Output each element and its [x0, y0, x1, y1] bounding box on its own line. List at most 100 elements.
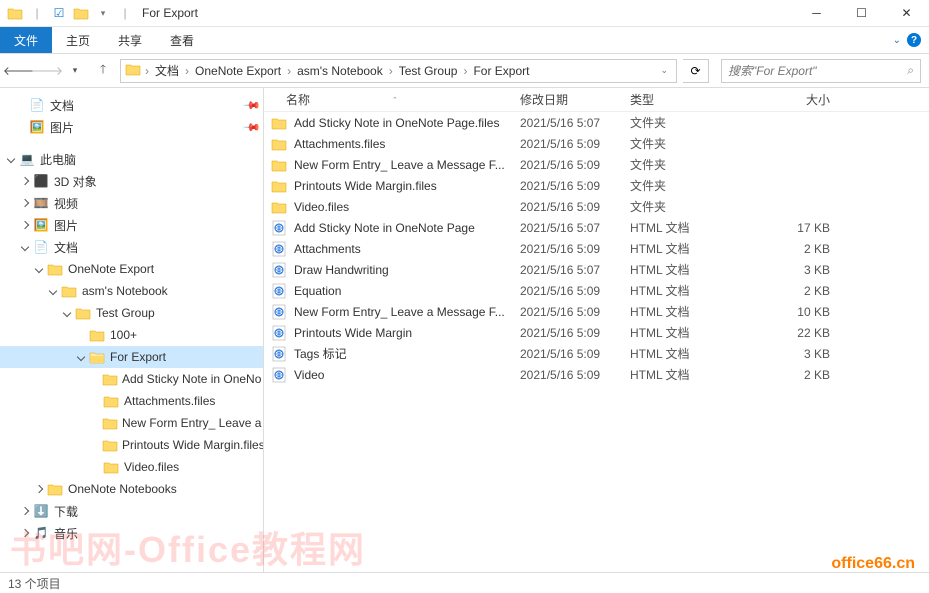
search-icon[interactable]: ⌕	[907, 63, 914, 78]
breadcrumb-separator[interactable]: ›	[461, 64, 469, 78]
collapse-icon[interactable]	[74, 352, 88, 363]
tree-item-downloads[interactable]: ⬇️ 下载	[0, 500, 263, 522]
tree-item-subfolder[interactable]: New Form Entry_ Leave a M	[0, 412, 263, 434]
tree-item-notebook[interactable]: asm's Notebook	[0, 280, 263, 302]
file-type: 文件夹	[630, 177, 750, 194]
tree-item-onenote-notebooks[interactable]: OneNote Notebooks	[0, 478, 263, 500]
tree-item-documents[interactable]: 📄 文档	[0, 236, 263, 258]
collapse-icon[interactable]	[46, 286, 60, 297]
tab-file[interactable]: 文件	[0, 27, 52, 53]
folder-icon[interactable]	[72, 4, 90, 22]
search-box[interactable]: ⌕	[721, 59, 921, 83]
recent-dropdown[interactable]: ▾	[64, 60, 86, 82]
expand-icon[interactable]	[18, 198, 32, 209]
file-list[interactable]: Add Sticky Note in OneNote Page.files202…	[264, 112, 929, 572]
collapse-icon[interactable]	[18, 242, 32, 253]
tree-item-videos[interactable]: 🎞️ 视频	[0, 192, 263, 214]
tree-label: OneNote Notebooks	[68, 482, 177, 496]
tree-item-subfolder[interactable]: Attachments.files	[0, 390, 263, 412]
tree-item-pictures[interactable]: 🖼️ 图片 📌	[0, 116, 263, 138]
file-row[interactable]: Attachments2021/5/16 5:09HTML 文档2 KB	[264, 238, 929, 259]
breadcrumb-separator[interactable]: ›	[143, 64, 151, 78]
tab-view[interactable]: 查看	[156, 27, 208, 53]
html-file-icon	[270, 241, 288, 257]
tree-item-testgroup[interactable]: Test Group	[0, 302, 263, 324]
breadcrumb-item[interactable]: asm's Notebook	[293, 64, 387, 78]
expand-icon[interactable]	[32, 484, 46, 495]
close-button[interactable]: ✕	[884, 0, 929, 27]
refresh-button[interactable]: ⟳	[683, 59, 709, 83]
tab-share[interactable]: 共享	[104, 27, 156, 53]
folder-icon	[102, 414, 118, 432]
file-row[interactable]: Add Sticky Note in OneNote Page2021/5/16…	[264, 217, 929, 238]
breadcrumb-separator[interactable]: ›	[387, 64, 395, 78]
search-input[interactable]	[728, 64, 907, 78]
file-row[interactable]: Equation2021/5/16 5:09HTML 文档2 KB	[264, 280, 929, 301]
expand-icon[interactable]	[18, 220, 32, 231]
file-row[interactable]: New Form Entry_ Leave a Message F...2021…	[264, 301, 929, 322]
column-size[interactable]: 大小	[750, 91, 840, 108]
documents-icon: 📄	[32, 238, 50, 256]
file-row[interactable]: Attachments.files2021/5/16 5:09文件夹	[264, 133, 929, 154]
file-row[interactable]: Printouts Wide Margin2021/5/16 5:09HTML …	[264, 322, 929, 343]
html-file-icon	[270, 367, 288, 383]
file-row[interactable]: Printouts Wide Margin.files2021/5/16 5:0…	[264, 175, 929, 196]
tree-item-pictures[interactable]: 🖼️ 图片	[0, 214, 263, 236]
watermark-text: 书吧网-Office教程网	[10, 521, 366, 573]
tree-item-3d[interactable]: ⬛ 3D 对象	[0, 170, 263, 192]
file-row[interactable]: New Form Entry_ Leave a Message F...2021…	[264, 154, 929, 175]
breadcrumb-item[interactable]: 文档	[151, 62, 183, 79]
file-type: 文件夹	[630, 198, 750, 215]
file-row[interactable]: Video2021/5/16 5:09HTML 文档2 KB	[264, 364, 929, 385]
collapse-icon[interactable]	[60, 308, 74, 319]
tree-item-forexport[interactable]: For Export	[0, 346, 263, 368]
tree-item-100[interactable]: 100+	[0, 324, 263, 346]
tree-item-this-pc[interactable]: 💻 此电脑	[0, 148, 263, 170]
collapse-icon[interactable]	[32, 264, 46, 275]
computer-icon: 💻	[18, 150, 36, 168]
tree-item-onenote-export[interactable]: OneNote Export	[0, 258, 263, 280]
file-size: 3 KB	[750, 347, 840, 361]
file-row[interactable]: Tags 标记2021/5/16 5:09HTML 文档3 KB	[264, 343, 929, 364]
column-type[interactable]: 类型	[630, 91, 750, 108]
expand-icon[interactable]	[18, 506, 32, 517]
minimize-button[interactable]: ─	[794, 0, 839, 27]
item-count: 13 个项目	[8, 575, 61, 592]
file-date: 2021/5/16 5:09	[520, 347, 630, 361]
navigation-tree[interactable]: 📄 文档 📌 🖼️ 图片 📌 💻 此电脑 ⬛ 3D 对象 🎞️ 视频 🖼️	[0, 88, 264, 572]
breadcrumb-separator[interactable]: ›	[285, 64, 293, 78]
forward-button[interactable]: 🡒	[36, 60, 58, 82]
expand-icon[interactable]	[18, 176, 32, 187]
tree-item-subfolder[interactable]: Add Sticky Note in OneNo	[0, 368, 263, 390]
tab-home[interactable]: 主页	[52, 27, 104, 53]
breadcrumb-item[interactable]: For Export	[469, 64, 533, 78]
back-button[interactable]: 🡐	[8, 60, 30, 82]
file-type: HTML 文档	[630, 240, 750, 257]
help-icon[interactable]: ?	[907, 33, 921, 47]
up-button[interactable]: 🡑	[92, 60, 114, 82]
pin-icon[interactable]: 📌	[243, 96, 262, 115]
breadcrumb[interactable]: › 文档 › OneNote Export › asm's Notebook ›…	[120, 59, 677, 83]
maximize-button[interactable]: ☐	[839, 0, 884, 27]
breadcrumb-item[interactable]: OneNote Export	[191, 64, 285, 78]
column-name[interactable]: 名称 ˆ	[264, 91, 520, 108]
file-row[interactable]: Video.files2021/5/16 5:09文件夹	[264, 196, 929, 217]
tree-item-subfolder[interactable]: Printouts Wide Margin.files	[0, 434, 263, 456]
ribbon-expand-icon[interactable]: ⌄	[893, 35, 901, 46]
tree-item-subfolder[interactable]: Video.files	[0, 456, 263, 478]
pin-icon[interactable]: 📌	[243, 118, 262, 137]
column-date[interactable]: 修改日期	[520, 91, 630, 108]
file-size: 17 KB	[750, 221, 840, 235]
file-row[interactable]: Add Sticky Note in OneNote Page.files202…	[264, 112, 929, 133]
properties-icon[interactable]: ☑	[50, 4, 68, 22]
navigation-bar: 🡐 🡒 ▾ 🡑 › 文档 › OneNote Export › asm's No…	[0, 54, 929, 88]
expand-icon[interactable]	[4, 154, 18, 165]
file-row[interactable]: Draw Handwriting2021/5/16 5:07HTML 文档3 K…	[264, 259, 929, 280]
tree-item-documents[interactable]: 📄 文档 📌	[0, 94, 263, 116]
breadcrumb-dropdown-icon[interactable]: ⌄	[656, 65, 672, 76]
qat-dropdown-icon[interactable]: ▾	[94, 4, 112, 22]
file-size: 2 KB	[750, 284, 840, 298]
breadcrumb-separator[interactable]: ›	[183, 64, 191, 78]
breadcrumb-item[interactable]: Test Group	[395, 64, 462, 78]
file-date: 2021/5/16 5:07	[520, 263, 630, 277]
